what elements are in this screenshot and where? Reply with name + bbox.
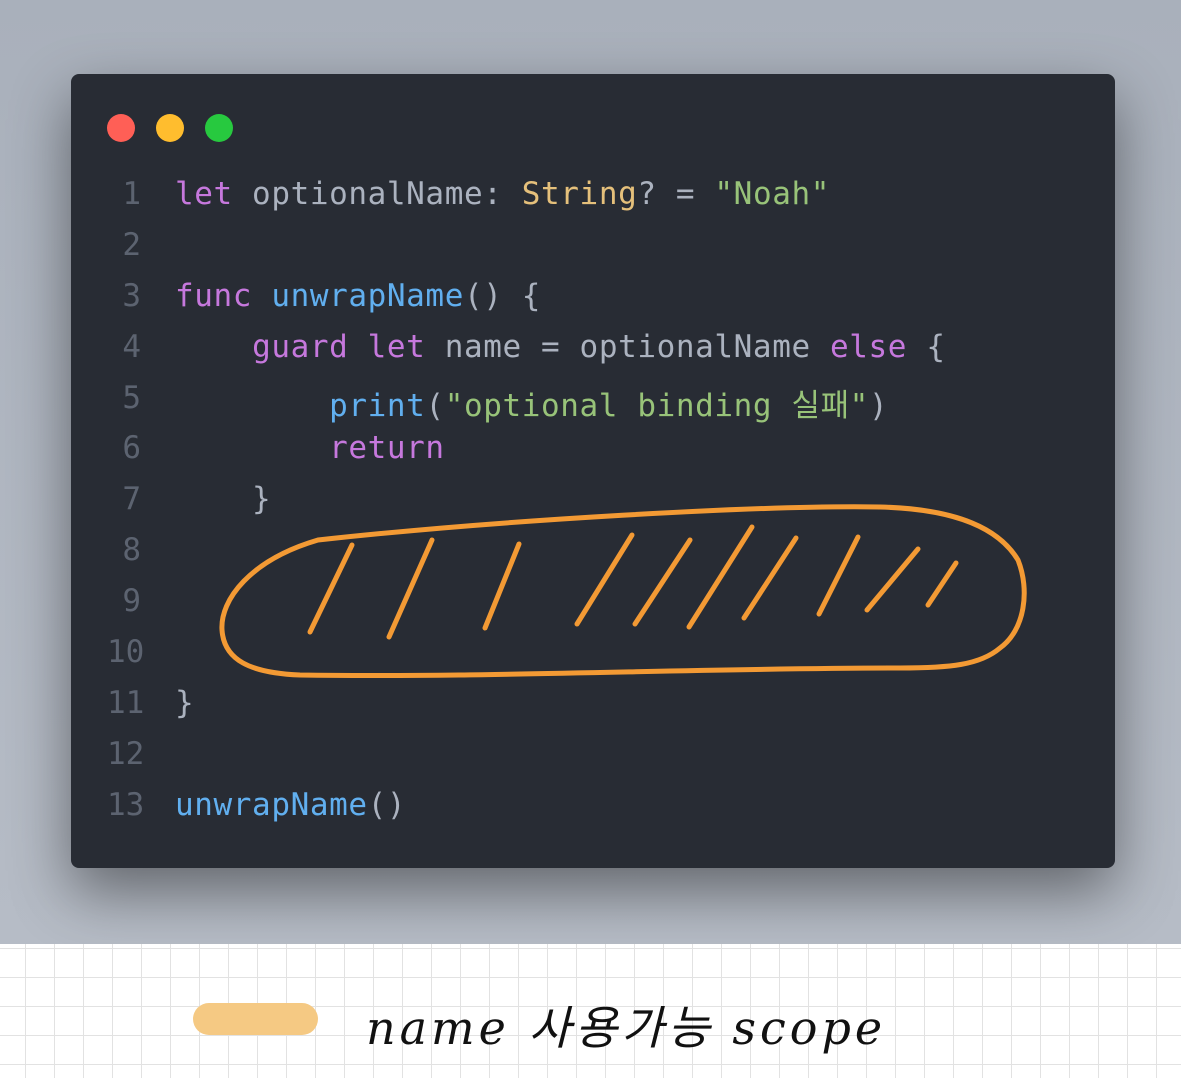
code-token: String [521,176,638,212]
line-number: 11 [107,684,145,721]
code-text: } [175,481,271,517]
code-token: else [830,328,908,365]
line-number: 13 [107,786,145,823]
line-number: 4 [122,328,141,365]
code-text: } [175,685,194,721]
code-line: 13 unwrapName() [71,781,1115,832]
code-line: 12 [71,730,1115,781]
code-token: ? = [637,176,715,212]
code-text: func unwrapName() { [175,278,541,314]
code-token: func [175,277,253,314]
code-token: "Noah" [714,176,831,212]
zoom-dot-icon [205,114,233,142]
line-number: 6 [122,430,141,467]
code-block: 1 let optionalName: String? = "Noah" 2 3 fun… [71,170,1115,832]
close-dot-icon [107,114,135,142]
code-token: ( [425,387,445,424]
code-token: () [367,786,407,823]
code-line: 3 func unwrapName() { [71,272,1115,323]
code-token: name = optionalName [425,328,830,365]
line-number: 1 [122,176,141,212]
code-token: optionalName: [232,176,522,212]
line-number: 5 [122,379,141,416]
code-token: ) [868,387,889,424]
code-line: 11} [71,679,1115,730]
code-token: "optional binding 실패" [444,387,869,424]
code-text: print("optional binding 실패") [175,380,888,425]
line-number: 2 [122,226,141,263]
code-text: return [175,430,445,466]
line-number: 9 [122,583,141,620]
code-line: 2 [71,221,1115,272]
code-line: 4 guard let name = optionalName else { [71,323,1115,374]
code-token: let [175,176,233,212]
line-number: 7 [122,481,141,518]
code-token: } [175,684,195,721]
code-window: 1 let optionalName: String? = "Noah" 2 3 fun… [71,74,1115,868]
code-token: unwrapName [271,277,464,314]
code-token: { [907,328,946,365]
line-number: 12 [107,735,145,772]
code-line: 7 } [71,475,1115,526]
code-line: 9 [71,577,1115,628]
code-line: 1 let optionalName: String? = "Noah" [71,170,1115,221]
code-token: let [367,328,426,365]
code-line: 5 print("optional binding 실패") [71,374,1115,425]
line-number: 10 [107,634,145,671]
code-token: guard [252,328,349,365]
code-text: let optionalName: String? = "Noah" [175,176,830,212]
code-token: unwrapName [175,786,368,823]
code-token: print [329,387,426,424]
code-line: 6 return [71,424,1115,475]
line-number: 8 [122,532,141,569]
legend-swatch [193,1003,318,1035]
code-token: return [329,430,445,467]
legend-label: name 사용가능 scope [366,1001,887,1055]
code-text: guard let name = optionalName else { [175,329,946,365]
code-token: } [175,481,272,518]
line-number: 3 [122,277,141,314]
code-token: () { [463,277,542,314]
code-line: 8 [71,526,1115,577]
minimize-dot-icon [156,114,184,142]
code-text: unwrapName() [175,787,406,823]
code-line: 10 [71,628,1115,679]
